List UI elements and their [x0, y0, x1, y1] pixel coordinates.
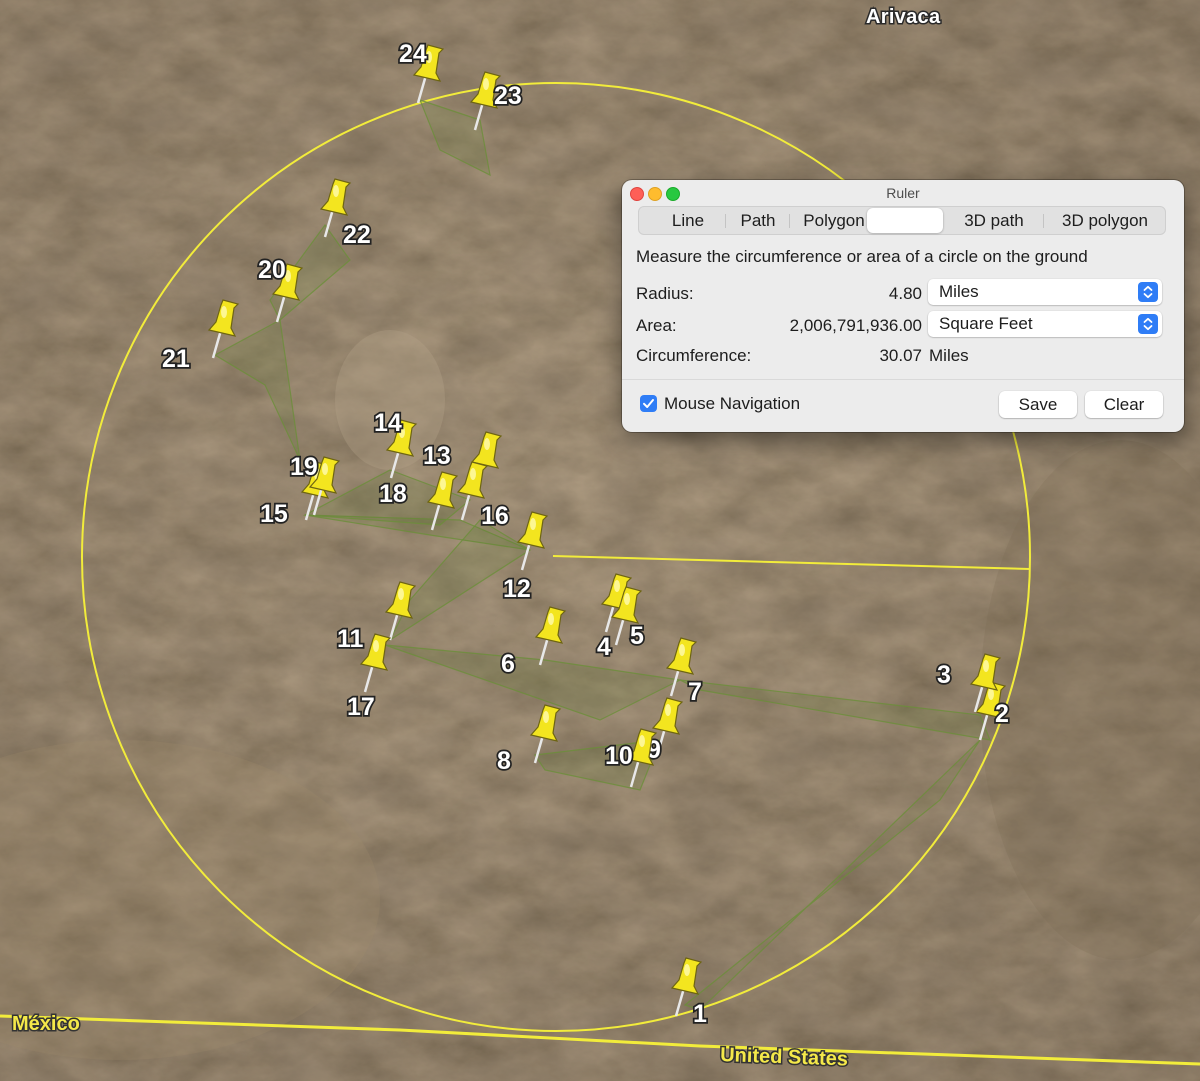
chevron-updown-icon: [1138, 282, 1158, 302]
placemark-pin-icon[interactable]: [529, 704, 562, 764]
circumference-value: 30.07: [879, 346, 922, 365]
placemark-label: 22: [343, 221, 371, 249]
placemark-pin-icon[interactable]: [384, 581, 417, 641]
area-value: 2,006,791,936.00: [789, 316, 922, 335]
placemark-label: 11: [337, 625, 364, 653]
ruler-divider: [622, 379, 1184, 380]
tab-circle[interactable]: [867, 208, 943, 233]
placemark-pin-icon[interactable]: [516, 511, 549, 571]
radius-unit-select[interactable]: Miles: [928, 279, 1162, 305]
placemark-pin-icon[interactable]: [534, 606, 567, 666]
clear-button[interactable]: Clear: [1085, 391, 1163, 418]
placemark-label: 19: [290, 453, 318, 481]
radius-value: 4.80: [888, 284, 922, 303]
placemark-label: 5: [630, 622, 644, 650]
tab-3d-polygon[interactable]: 3D polygon: [1053, 207, 1157, 234]
ruler-tab-bar: Line Path Polygon 3D path 3D polygon: [638, 206, 1166, 235]
chevron-updown-icon: [1138, 314, 1158, 334]
placemark-label: 21: [162, 345, 190, 373]
placemark-label: 6: [501, 650, 515, 678]
area-unit-value: Square Feet: [939, 314, 1033, 333]
mouse-navigation-label: Mouse Navigation: [664, 394, 801, 413]
mouse-navigation-checkbox[interactable]: [640, 395, 657, 412]
placemark-label: 14: [374, 409, 402, 437]
placemark-pin-icon[interactable]: [207, 299, 240, 359]
ruler-window: Ruler Line Path Polygon 3D path 3D polyg…: [622, 180, 1184, 432]
placemark-label: 24: [399, 40, 427, 68]
placemark-label: 7: [688, 678, 702, 706]
ruler-titlebar[interactable]: Ruler: [622, 180, 1184, 206]
placemark-label: 18: [379, 480, 407, 508]
checkmark-icon: [643, 399, 654, 408]
placemark-label: 23: [494, 82, 522, 110]
radius-unit-value: Miles: [939, 282, 979, 301]
placemark-pin-icon[interactable]: [359, 633, 392, 693]
circumference-label: Circumference:: [636, 346, 752, 365]
tab-3d-path[interactable]: 3D path: [959, 207, 1029, 234]
save-button[interactable]: Save: [999, 391, 1077, 418]
tab-path[interactable]: Path: [731, 207, 785, 234]
placemark-label: 13: [423, 442, 451, 470]
placemark-label: 4: [597, 633, 611, 661]
placemark-label: 8: [497, 747, 511, 775]
tab-polygon[interactable]: Polygon: [797, 207, 871, 234]
ruler-title: Ruler: [886, 185, 920, 201]
placemark-label: 10: [605, 742, 633, 770]
area-label: Area:: [636, 316, 677, 335]
placemark-label: 2: [995, 700, 1009, 728]
placemark-pins: 1234 5678 9101112131415 161718192021222324: [160, 38, 1010, 1030]
tab-line[interactable]: Line: [657, 207, 719, 234]
circumference-unit: Miles: [929, 346, 969, 365]
radius-label: Radius:: [636, 284, 694, 303]
placemark-label: 15: [260, 500, 288, 528]
placemark-label: 1: [693, 1000, 707, 1028]
ruler-description: Measure the circumference or area of a c…: [636, 247, 1088, 266]
placemark-label: 17: [347, 693, 375, 721]
placemark-pin-icon[interactable]: [426, 471, 459, 531]
placemark-label: 3: [937, 661, 951, 689]
placemark-label: 16: [481, 502, 509, 530]
placemark-label: 20: [258, 256, 286, 284]
area-unit-select[interactable]: Square Feet: [928, 311, 1162, 337]
placemark-label: 12: [503, 575, 531, 603]
